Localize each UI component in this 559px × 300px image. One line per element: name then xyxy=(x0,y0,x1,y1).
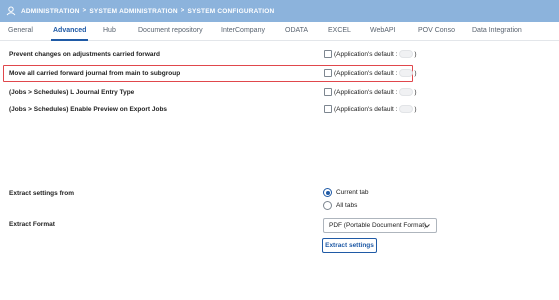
setting-option-prevent-changes: (Application's default : ) xyxy=(324,50,417,58)
breadcrumb-separator: > xyxy=(180,8,185,14)
default-toggle[interactable] xyxy=(399,50,414,58)
breadcrumb-item-system-configuration: SYSTEM CONFIGURATION xyxy=(187,7,275,15)
setting-label-journal-entry-type: (Jobs > Schedules) L Journal Entry Type xyxy=(9,89,135,96)
tab-document-repository[interactable]: Document repository xyxy=(138,27,203,41)
default-close: ) xyxy=(414,105,417,113)
default-toggle[interactable] xyxy=(399,69,414,77)
default-toggle[interactable] xyxy=(399,105,414,113)
checkbox[interactable] xyxy=(324,105,332,113)
radio-label: Current tab xyxy=(336,189,369,196)
radio-button[interactable] xyxy=(323,201,332,210)
tab-general[interactable]: General xyxy=(8,27,33,41)
tab-pov-conso[interactable]: POV Conso xyxy=(418,27,455,41)
tab-bar: General Advanced Hub Document repository… xyxy=(0,22,559,41)
radio-current-tab[interactable]: Current tab xyxy=(323,188,369,197)
setting-label-move-carried-forward: Move all carried forward journal from ma… xyxy=(9,70,181,77)
setting-label-prevent-changes: Prevent changes on adjustments carried f… xyxy=(9,51,160,58)
tab-odata[interactable]: ODATA xyxy=(285,27,308,41)
default-label: (Application's default : xyxy=(334,105,398,113)
tab-webapi[interactable]: WebAPI xyxy=(370,27,396,41)
default-label: (Application's default : xyxy=(334,88,398,96)
default-label: (Application's default : xyxy=(334,69,398,77)
tab-excel[interactable]: EXCEL xyxy=(328,27,351,41)
tab-hub[interactable]: Hub xyxy=(103,27,116,41)
breadcrumb-separator: > xyxy=(82,8,87,14)
radio-label: All tabs xyxy=(336,202,358,209)
select-value: PDF (Portable Document Format) xyxy=(329,222,427,229)
default-close: ) xyxy=(414,50,417,58)
checkbox[interactable] xyxy=(324,88,332,96)
extract-settings-from-label: Extract settings from xyxy=(9,190,75,197)
radio-button[interactable] xyxy=(323,188,332,197)
checkbox[interactable] xyxy=(324,50,332,58)
breadcrumb: ADMINISTRATION > SYSTEM ADMINISTRATION >… xyxy=(0,0,559,22)
tab-data-integration[interactable]: Data Integration xyxy=(472,27,522,41)
chevron-down-icon xyxy=(424,224,430,228)
admin-icon xyxy=(6,6,16,16)
default-close: ) xyxy=(414,88,417,96)
extract-format-select[interactable]: PDF (Portable Document Format) xyxy=(323,218,437,233)
default-label: (Application's default : xyxy=(334,50,398,58)
setting-option-journal-entry-type: (Application's default : ) xyxy=(324,88,417,96)
setting-label-enable-preview: (Jobs > Schedules) Enable Preview on Exp… xyxy=(9,106,168,113)
tab-advanced[interactable]: Advanced xyxy=(50,27,89,41)
extract-format-label: Extract Format xyxy=(9,221,55,228)
breadcrumb-item-system-administration[interactable]: SYSTEM ADMINISTRATION xyxy=(89,8,177,15)
default-close: ) xyxy=(414,69,417,77)
setting-option-enable-preview: (Application's default : ) xyxy=(324,105,417,113)
tab-intercompany[interactable]: InterCompany xyxy=(221,27,265,41)
setting-option-move-carried-forward: (Application's default : ) xyxy=(324,69,417,77)
breadcrumb-item-administration[interactable]: ADMINISTRATION xyxy=(21,8,80,15)
checkbox[interactable] xyxy=(324,69,332,77)
radio-all-tabs[interactable]: All tabs xyxy=(323,201,357,210)
extract-settings-button[interactable]: Extract settings xyxy=(322,238,377,253)
default-toggle[interactable] xyxy=(399,88,414,96)
